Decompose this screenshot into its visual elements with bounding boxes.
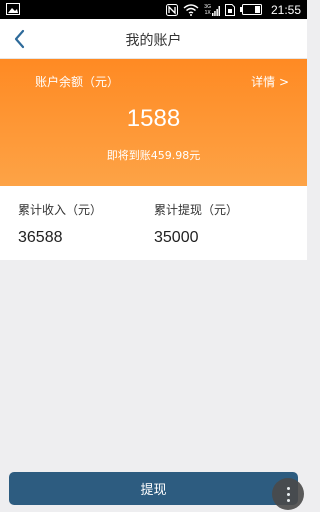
- nfc-icon: [166, 3, 179, 16]
- page-title: 我的账户: [125, 33, 182, 49]
- balance-label: 账户余额（元）: [35, 75, 120, 89]
- sim-icon: [224, 3, 235, 16]
- image-icon: [6, 3, 20, 15]
- status-icons: 3G 1X 21:55: [166, 0, 301, 19]
- app-header: 我的账户: [0, 19, 307, 59]
- withdraw-button[interactable]: 提现: [9, 472, 298, 505]
- income-label: 累计收入（元）: [18, 203, 103, 217]
- income-stat: 累计收入（元） 36588: [18, 201, 102, 247]
- balance-card: 账户余额（元） 详情 > 1588 即将到账459.98元: [0, 59, 307, 186]
- wifi-icon: [183, 3, 199, 16]
- status-bar: 3G 1X 21:55: [0, 0, 307, 19]
- status-time: 21:55: [270, 2, 301, 17]
- stats-panel: 累计收入（元） 36588 累计提现（元） 35000: [0, 186, 307, 260]
- battery-icon: [239, 4, 262, 15]
- signal-icon: [211, 5, 220, 16]
- balance-amount: 1588: [126, 105, 181, 132]
- signal-indicator: 3G 1X: [204, 4, 220, 16]
- pending-amount-text: 即将到账459.98元: [106, 149, 201, 162]
- income-value: 36588: [18, 229, 63, 246]
- withdrawn-stat: 累计提现（元） 35000: [154, 201, 238, 247]
- details-link[interactable]: 详情 >: [251, 73, 289, 90]
- more-vertical-icon[interactable]: [272, 478, 304, 510]
- network-1x-label: 1X: [204, 9, 211, 16]
- withdrawn-label: 累计提现（元）: [154, 203, 239, 217]
- withdrawn-value: 35000: [154, 229, 199, 246]
